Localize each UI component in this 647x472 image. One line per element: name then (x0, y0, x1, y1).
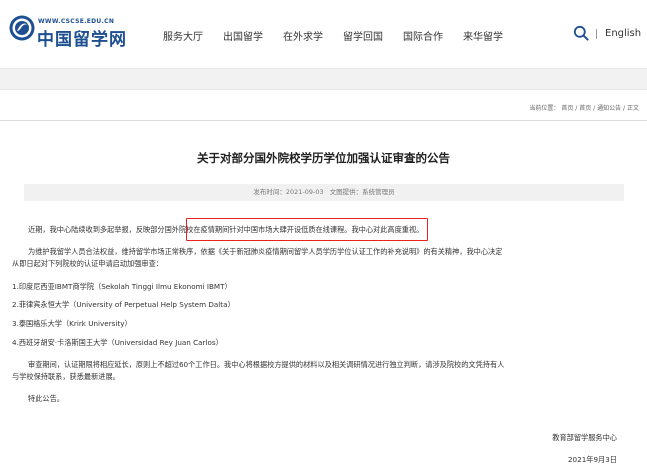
signature-organization: 教育部留学服务中心 (552, 433, 617, 442)
nav-item-study-in-china[interactable]: 来华留学 (463, 28, 503, 43)
paragraph-1-start: 近期，我中心陆续收到多起举报，反映 (28, 225, 151, 234)
nav-item-international-cooperation[interactable]: 国际合作 (403, 28, 443, 43)
breadcrumb-prefix: 当前位置： (529, 105, 560, 112)
closing-statement: 特此公告。 (28, 394, 64, 403)
school-list-item: 4.西班牙胡安·卡洛斯国王大学（Universidad Rey Juan Car… (12, 338, 223, 347)
publish-time: 发布时间：2021-09-03 (253, 188, 324, 196)
cscse-emblem-icon (9, 15, 35, 41)
header-divider (596, 29, 597, 39)
paragraph-2-line-1: 为维护我留学人员合法权益，维持留学市场正常秩序，依据《关于新冠肺炎疫情期间留学人… (28, 247, 503, 256)
signature-date: 2021年9月3日 (567, 455, 617, 464)
site-header: WWW.CSCSE.EDU.CN 中国留学网 服务大厅 出国留学 在外求学 留学… (0, 0, 647, 68)
breadcrumb-divider (0, 120, 647, 121)
breadcrumb-item-notices[interactable]: 通知公告 (597, 105, 621, 112)
logo-url: WWW.CSCSE.EDU.CN (38, 18, 115, 25)
school-list-item: 1.印度尼西亚IBMT商学院（Sekolah Tinggi Ilmu Ekono… (12, 282, 232, 291)
breadcrumb-item-home-2[interactable]: 首页 (579, 105, 591, 112)
nav-item-service-hall[interactable]: 服务大厅 (163, 28, 203, 43)
content-provider: 文图提供：系统管理员 (329, 188, 395, 196)
breadcrumb: 当前位置： 首页 / 首页 / 通知公告 / 正文 (529, 103, 639, 112)
paragraph-3-line-1: 审查期间，认证期限将相应延长，原则上不超过60个工作日。我中心将根据校方提供的材… (28, 360, 505, 369)
paragraph-3-line-2: 与学校保持联系，获悉最新进展。 (12, 372, 120, 381)
breadcrumb-item-current: 正文 (626, 105, 639, 112)
paragraph-2-line-2: 从即日起对下列院校的认证申请启动加强审查： (12, 259, 163, 268)
school-list-item: 2.菲律宾永恒大学（University of Perpetual Help S… (12, 300, 235, 309)
breadcrumb-item-home[interactable]: 首页 (561, 105, 573, 112)
banner-band (0, 68, 647, 90)
search-icon[interactable] (573, 25, 589, 41)
article-meta: 发布时间：2021-09-03 文图提供：系统管理员 (24, 184, 624, 201)
logo-title: 中国留学网 (37, 30, 127, 50)
site-logo[interactable]: WWW.CSCSE.EDU.CN 中国留学网 (8, 14, 126, 50)
highlight-annotation-box (186, 218, 428, 241)
article-title: 关于对部分国外院校学历学位加强认证审查的公告 (197, 151, 450, 165)
nav-item-return-home[interactable]: 留学回国 (343, 28, 383, 43)
school-list-item: 3.泰国格乐大学（Krirk University） (12, 319, 132, 328)
nav-item-studying-overseas[interactable]: 在外求学 (283, 28, 323, 43)
language-switch-english[interactable]: English (605, 28, 641, 39)
nav-item-study-abroad[interactable]: 出国留学 (223, 28, 263, 43)
